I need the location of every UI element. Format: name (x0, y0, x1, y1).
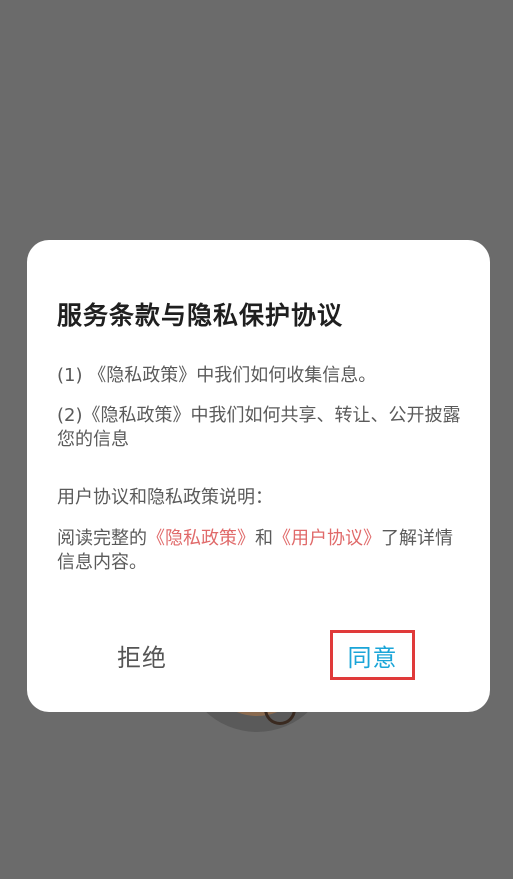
policy-item-share: (2)《隐私政策》中我们如何共享、转让、公开披露您的信息 (57, 405, 461, 450)
privacy-policy-link[interactable]: 《隐私政策》 (147, 528, 255, 549)
and-text: 和 (255, 528, 273, 549)
dialog-title: 服务条款与隐私保护协议 (57, 301, 344, 330)
user-agreement-link[interactable]: 《用户协议》 (273, 528, 381, 549)
privacy-agreement-dialog: 服务条款与隐私保护协议 (1) 《隐私政策》中我们如何收集信息。 (2)《隐私政… (27, 240, 490, 712)
agree-button[interactable]: 同意 (330, 630, 415, 680)
policy-item-collect: (1) 《隐私政策》中我们如何收集信息。 (57, 365, 377, 386)
read-prefix: 阅读完整的 (57, 528, 147, 549)
read-full-text: 阅读完整的《隐私政策》和《用户协议》了解详情信息内容。 (57, 527, 467, 575)
reject-button[interactable]: 拒绝 (117, 638, 167, 673)
section-label: 用户协议和隐私政策说明： (57, 487, 273, 508)
